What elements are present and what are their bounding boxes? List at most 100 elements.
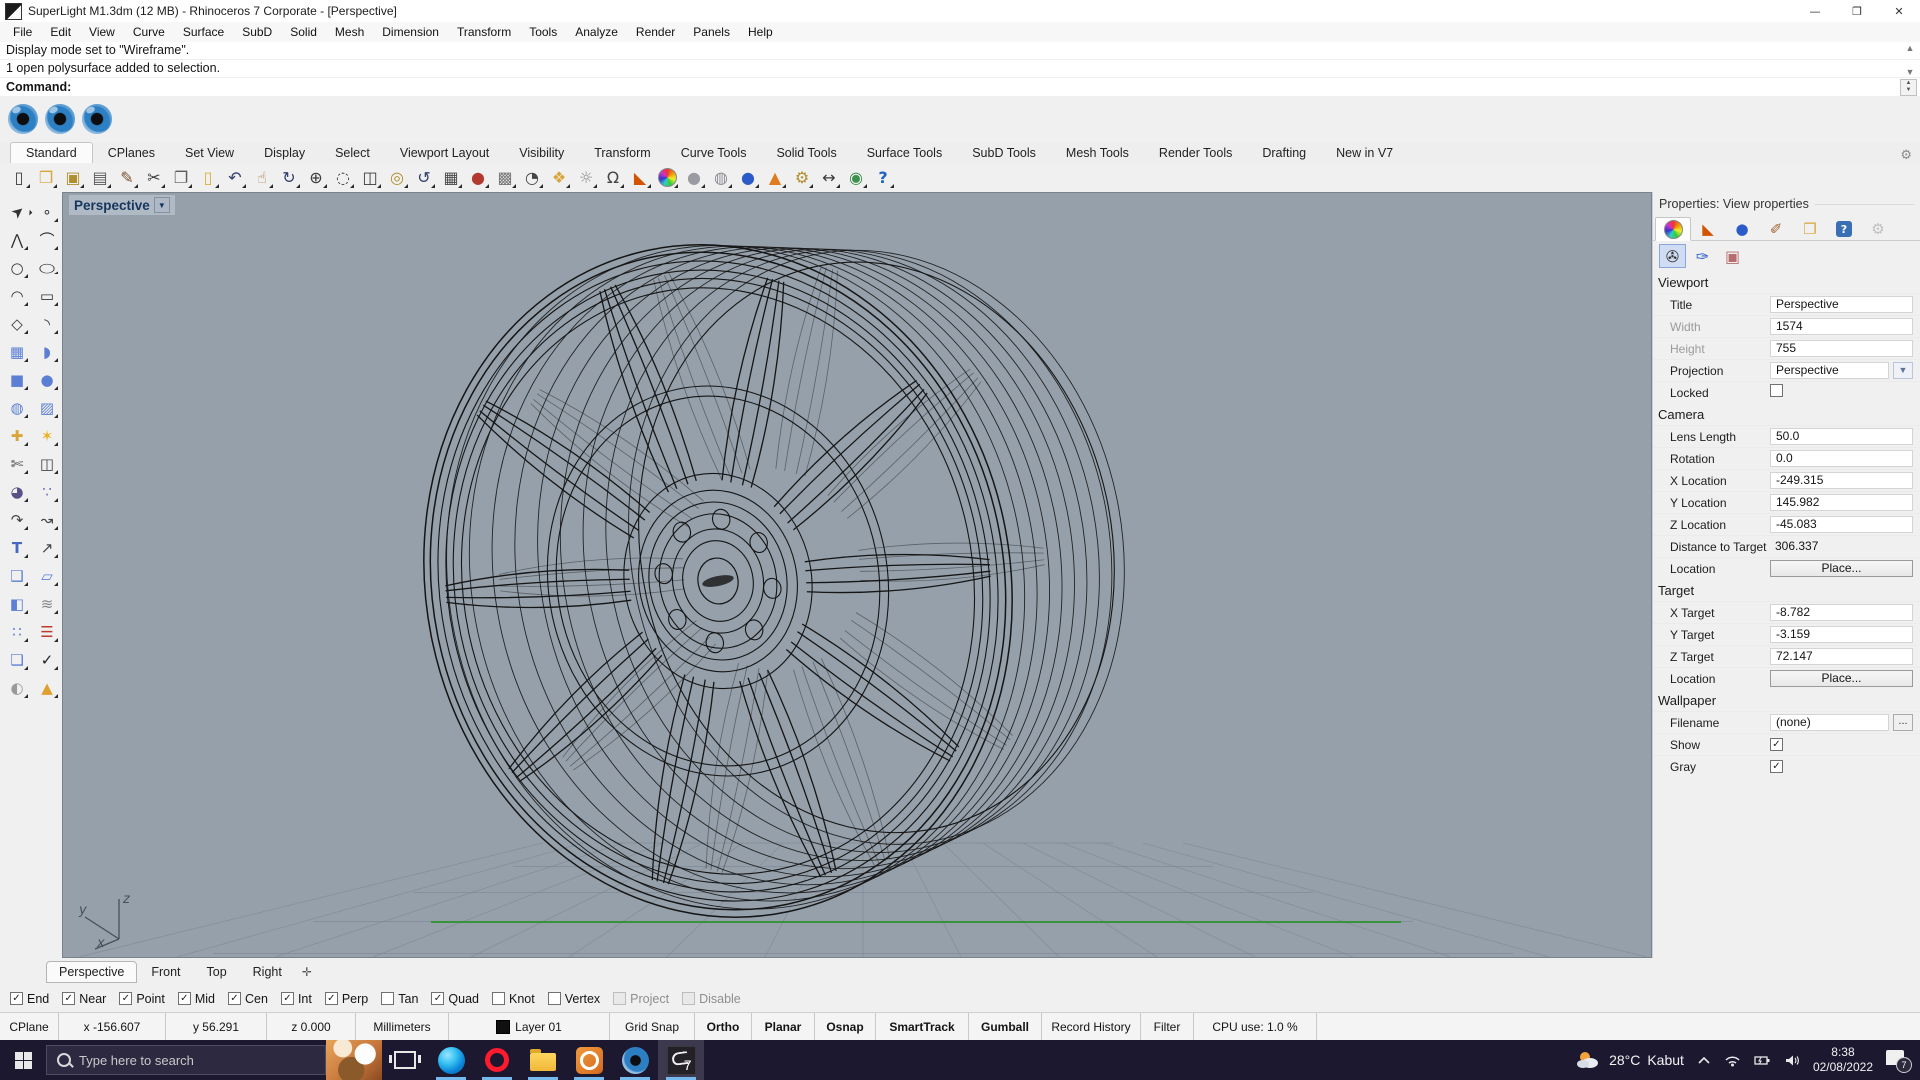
wheel-wireframe-model[interactable] bbox=[63, 193, 1651, 989]
rotate-surface-icon[interactable]: ▱ bbox=[35, 563, 60, 588]
pan-icon[interactable]: ☝ bbox=[249, 165, 275, 190]
copy-icon[interactable]: ❐ bbox=[168, 165, 194, 190]
osnap-quad-checkbox[interactable]: ✓ bbox=[431, 992, 445, 1005]
show-checkbox[interactable]: ✓ bbox=[1770, 738, 1783, 751]
display-mode-wireframe-icon[interactable] bbox=[8, 104, 38, 134]
menu-edit[interactable]: Edit bbox=[41, 23, 80, 41]
move-icon[interactable]: ↗ bbox=[35, 535, 60, 560]
tab-solid-tools[interactable]: Solid Tools bbox=[761, 143, 851, 163]
tab-render-tools[interactable]: Render Tools bbox=[1144, 143, 1247, 163]
osnap-cen[interactable]: ✓ Cen bbox=[228, 992, 268, 1006]
osnap-vertex[interactable]: Vertex bbox=[547, 992, 600, 1006]
copy-objects-icon[interactable]: ❑ bbox=[5, 563, 30, 588]
osnap-perp[interactable]: ✓ Perp bbox=[324, 992, 368, 1006]
sweep-icon[interactable]: ▨ bbox=[35, 395, 60, 420]
osnap-end[interactable]: ✓ End bbox=[10, 992, 49, 1006]
lightbulb-icon[interactable]: ☼ bbox=[573, 165, 599, 190]
zoom-in-icon[interactable]: ⊕ bbox=[303, 165, 329, 190]
help-icon[interactable]: ? bbox=[870, 165, 896, 190]
camera-icon[interactable]: ✇ bbox=[1659, 244, 1686, 268]
osnap-quad[interactable]: ✓ Quad bbox=[431, 992, 479, 1006]
surface-bend-icon[interactable]: ◗ bbox=[35, 339, 60, 364]
zoom-undo-icon[interactable]: ↺ bbox=[411, 165, 437, 190]
polyline-icon[interactable]: ⋀ bbox=[5, 227, 30, 252]
circle-icon[interactable]: ○ bbox=[5, 255, 30, 280]
menu-transform[interactable]: Transform bbox=[448, 23, 520, 41]
cplane-icon[interactable]: ▩ bbox=[492, 165, 518, 190]
render-wedge-icon[interactable]: ◣ bbox=[1691, 218, 1725, 240]
menu-surface[interactable]: Surface bbox=[174, 23, 233, 41]
status-x-156-607[interactable]: x -156.607 bbox=[59, 1013, 166, 1041]
osnap-project-checkbox[interactable] bbox=[613, 992, 627, 1005]
restore-button[interactable]: ❐ bbox=[1836, 0, 1878, 22]
rhinoceros-7-icon[interactable]: 7 bbox=[658, 1040, 704, 1080]
surface-3pt-icon[interactable]: ▦ bbox=[5, 339, 30, 364]
cone-icon[interactable]: ▲ bbox=[762, 165, 788, 190]
curve-icon[interactable]: ⌒ bbox=[35, 227, 60, 252]
osnap-tan-checkbox[interactable] bbox=[381, 992, 395, 1005]
circle-tangent-icon[interactable]: ◔ bbox=[519, 165, 545, 190]
x-location-field[interactable]: -249.315 bbox=[1770, 472, 1913, 489]
check-icon[interactable]: ✓ bbox=[35, 647, 60, 672]
zoom-selected-icon[interactable]: ◎ bbox=[384, 165, 410, 190]
opera-browser-icon[interactable] bbox=[474, 1040, 520, 1080]
osnap-end-checkbox[interactable]: ✓ bbox=[10, 992, 23, 1005]
viewport-layout-icon[interactable]: ▦ bbox=[438, 165, 464, 190]
help-chip-icon[interactable]: ? bbox=[1827, 218, 1861, 240]
menu-subd[interactable]: SubD bbox=[233, 23, 281, 41]
command-history[interactable]: Display mode set to "Wireframe". 1 open … bbox=[0, 42, 1920, 79]
viewport-tab-top[interactable]: Top bbox=[195, 962, 239, 982]
fillet-curve-icon[interactable]: ◝ bbox=[35, 311, 60, 336]
display-window-icon[interactable]: ▣ bbox=[1719, 244, 1746, 268]
ellipse-icon[interactable]: ◯ bbox=[35, 260, 60, 276]
split-icon[interactable]: ◫ bbox=[35, 451, 60, 476]
save-icon[interactable]: ▣ bbox=[60, 165, 86, 190]
z-target-field[interactable]: 72.147 bbox=[1770, 648, 1913, 665]
tab-viewport-layout[interactable]: Viewport Layout bbox=[385, 143, 504, 163]
flatten-icon[interactable]: ❏ bbox=[5, 647, 30, 672]
text-icon[interactable]: T bbox=[5, 535, 30, 560]
settings-gear-icon[interactable]: ⚙ bbox=[1861, 218, 1895, 240]
toolbar-options-gear-icon[interactable]: ⚙ bbox=[1900, 148, 1912, 163]
menu-file[interactable]: File bbox=[4, 23, 41, 41]
named-view-car-icon[interactable]: ● bbox=[465, 165, 491, 190]
taskbar-widget-image[interactable] bbox=[326, 1040, 382, 1080]
status-ortho[interactable]: Ortho bbox=[695, 1013, 752, 1041]
status-grid-snap[interactable]: Grid Snap bbox=[610, 1013, 695, 1041]
sphere-wire-icon[interactable]: ◍ bbox=[708, 165, 734, 190]
speaker-icon[interactable] bbox=[1784, 1054, 1800, 1067]
taskbar-search-input[interactable]: Type here to search bbox=[46, 1045, 326, 1075]
paste-icon[interactable]: ▯ bbox=[195, 165, 221, 190]
title-field[interactable]: Perspective bbox=[1770, 296, 1913, 313]
display-mode-rendered-icon[interactable] bbox=[82, 104, 112, 134]
adjust-curve-icon[interactable]: ↷ bbox=[5, 507, 30, 532]
file-explorer-icon[interactable] bbox=[520, 1040, 566, 1080]
zoom-window-icon[interactable]: ◫ bbox=[357, 165, 383, 190]
locked-checkbox[interactable] bbox=[1770, 384, 1783, 397]
edit-document-icon[interactable]: ✎ bbox=[114, 165, 140, 190]
tab-visibility[interactable]: Visibility bbox=[504, 143, 579, 163]
viewport-tab-front[interactable]: Front bbox=[139, 962, 192, 982]
viewport-menu-chevron-icon[interactable]: ▼ bbox=[153, 197, 170, 213]
viewport-title[interactable]: Perspective ▼ bbox=[69, 195, 175, 215]
sphere-flat-icon[interactable]: ● bbox=[681, 165, 707, 190]
status-y-56-291[interactable]: y 56.291 bbox=[166, 1013, 267, 1041]
trim-icon[interactable]: ✄ bbox=[5, 451, 30, 476]
orange-app-icon[interactable] bbox=[566, 1040, 612, 1080]
paintbrush-icon[interactable]: ✐ bbox=[1759, 218, 1793, 240]
gears-icon[interactable]: ⚙ bbox=[789, 165, 815, 190]
status-gumball[interactable]: Gumball bbox=[969, 1013, 1042, 1041]
status-planar[interactable]: Planar bbox=[752, 1013, 815, 1041]
point-icon[interactable]: ∘ bbox=[35, 199, 60, 224]
filename-browse-button[interactable]: ... bbox=[1893, 714, 1913, 731]
undo-icon[interactable]: ↶ bbox=[222, 165, 248, 190]
status-layer-01[interactable]: Layer 01 bbox=[449, 1013, 610, 1041]
command-history-scrollbar[interactable]: ▲ ▼ bbox=[1902, 43, 1918, 77]
arc-icon[interactable]: ◠ bbox=[5, 283, 30, 308]
osnap-vertex-checkbox[interactable] bbox=[547, 992, 561, 1005]
menu-tools[interactable]: Tools bbox=[520, 23, 566, 41]
menu-dimension[interactable]: Dimension bbox=[373, 23, 448, 41]
gray-checkbox[interactable]: ✓ bbox=[1770, 760, 1783, 773]
osnap-mid[interactable]: ✓ Mid bbox=[177, 992, 215, 1006]
lock-icon[interactable]: Ω bbox=[600, 165, 626, 190]
